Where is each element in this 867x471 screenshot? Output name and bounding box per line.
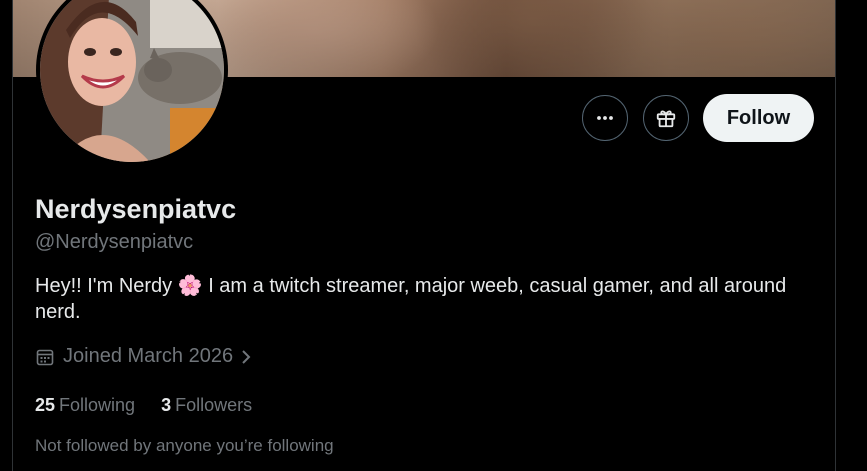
bio: Hey!! I'm Nerdy 🌸 I am a twitch streamer… bbox=[35, 273, 795, 325]
joined-label: Joined March 2026 bbox=[63, 345, 234, 367]
following-label: Following bbox=[59, 395, 136, 415]
followers-count: 3 bbox=[161, 395, 172, 415]
follow-button[interactable]: Follow bbox=[703, 94, 814, 142]
user-handle: @Nerdysenpiatvc bbox=[35, 231, 194, 253]
profile-page: Follow Nerdysenpiatvc @Nerdysenpiatvc He… bbox=[0, 0, 867, 471]
cherry-blossom-emoji: 🌸 bbox=[177, 275, 203, 297]
more-horizontal-icon bbox=[595, 108, 615, 128]
avatar-photo bbox=[40, 0, 224, 162]
gift-button[interactable] bbox=[643, 95, 689, 141]
chevron-right-icon bbox=[239, 347, 253, 367]
joined-date[interactable]: Joined March 2026 bbox=[35, 345, 253, 368]
social-context: Not followed by anyone you’re following bbox=[35, 436, 334, 455]
follow-stats: 25 Following 3 Followers bbox=[35, 395, 278, 416]
bio-text-start: Hey!! I'm Nerdy bbox=[35, 275, 178, 297]
more-options-button[interactable] bbox=[582, 95, 628, 141]
avatar[interactable] bbox=[36, 0, 228, 168]
following-link[interactable]: 25 Following bbox=[35, 395, 135, 416]
avatar-frame bbox=[36, 0, 228, 166]
avatar-illustration bbox=[40, 0, 224, 162]
followers-link[interactable]: 3 Followers bbox=[161, 395, 252, 416]
following-count: 25 bbox=[35, 395, 56, 415]
display-name: Nerdysenpiatvc bbox=[35, 194, 237, 224]
gift-icon bbox=[655, 107, 677, 129]
calendar-icon bbox=[35, 347, 55, 367]
followers-label: Followers bbox=[175, 395, 253, 415]
